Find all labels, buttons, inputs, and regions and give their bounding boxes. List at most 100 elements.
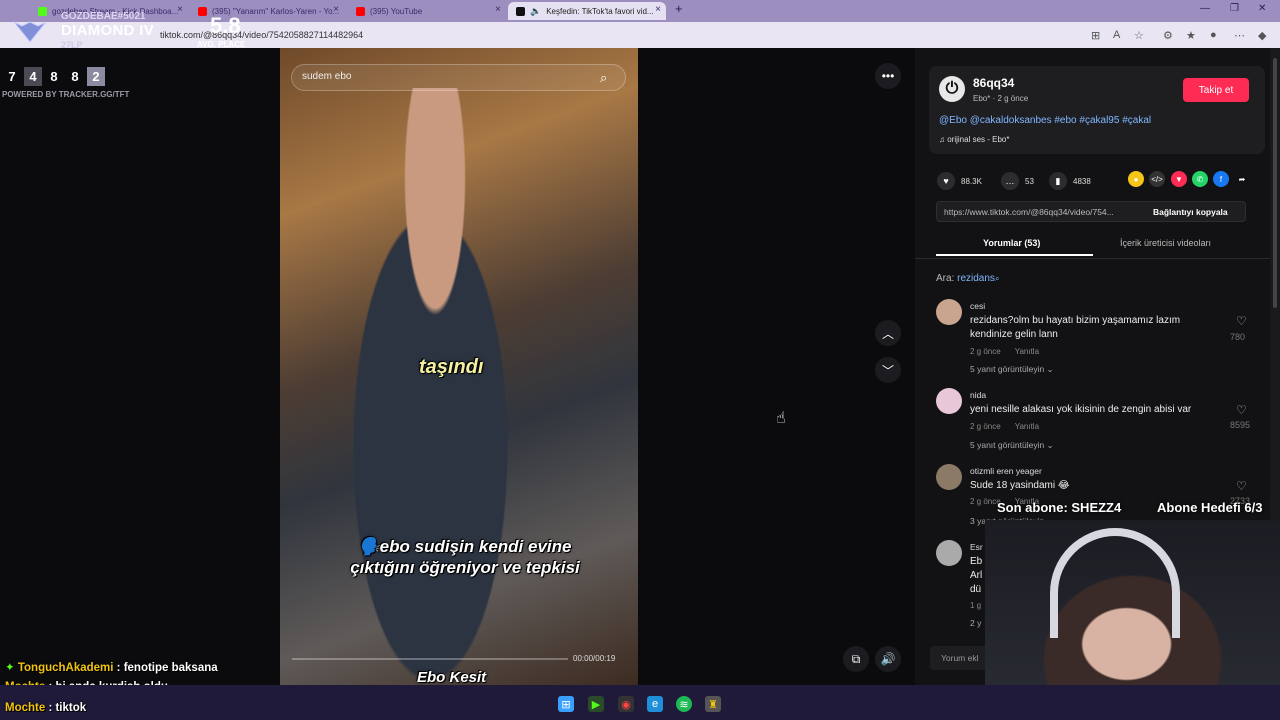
rank-tier: DIAMOND IV [61,22,154,39]
comment-likes: 780 [1230,332,1246,342]
embed-icon[interactable]: </> [1149,171,1165,187]
bookmark-icon: ▮ [1049,172,1067,190]
tiktok-icon [516,6,525,16]
search-icon[interactable]: ⌕ [600,70,607,86]
post-username[interactable]: 86qq34 [973,76,1014,90]
copy-link-button[interactable]: Bağlantıyı kopyala [1153,207,1228,217]
next-video-icon[interactable]: ﹀ [875,357,901,383]
comment-author[interactable]: cesi [970,301,985,311]
app-icon[interactable]: ♜ [705,696,721,712]
url-field[interactable]: tiktok.com/@86qq34/video/754205882711448… [160,30,363,40]
close-tab-icon[interactable]: × [177,4,183,15]
post-link[interactable]: https://www.tiktok.com/@86qq34/video/754… [944,207,1144,217]
comment-author[interactable]: otizmli eren yeager [970,466,1042,476]
like-stat[interactable]: ♥ 88.3K [937,172,982,190]
reply-link[interactable]: Yanıtla [1015,422,1039,431]
facebook-icon[interactable]: f [1213,171,1229,187]
volume-icon[interactable]: 🔊 [875,646,901,672]
tab-comments[interactable]: Yorumlar (53) [983,238,1040,248]
follow-button[interactable]: Takip et [1183,78,1249,102]
comment-input[interactable]: Yorum ekl [941,653,978,663]
tab-youtube[interactable]: (395) YouTube × [348,2,506,20]
kick-icon [38,6,47,16]
speaker-icon: 🔈 [530,5,542,16]
avatar[interactable] [936,464,962,490]
chat-message: Mochte : tiktok [5,702,87,714]
tab-tiktok[interactable]: 🔈 Keşfedin: TikTok'ta favori vid... × [508,2,666,20]
search-input[interactable]: sudem ebo [302,71,351,82]
favorites-icon[interactable]: ★ [1186,29,1196,42]
comment-meta: 2 g önce Yanıtla [970,422,1040,431]
view-replies[interactable]: 5 yanıt görüntüleyin ⌄ [970,440,1054,451]
more-options-icon[interactable]: ••• [875,63,901,89]
player-tag: GOZDEBAE#5021 [61,11,146,22]
video-progress-bar[interactable] [292,658,568,660]
star-icon[interactable]: ☆ [1134,29,1144,42]
avatar[interactable]: ⏻ [939,76,965,102]
active-tab-indicator [936,254,1093,256]
save-stat[interactable]: ▮ 4838 [1049,172,1091,190]
video-caption: 🗣️ebo sudişin kendi evine çıktığını öğre… [350,537,580,577]
pip-icon[interactable]: ⧉ [843,646,869,672]
comment-text: rezidans?olm bu hayatı bizim yaşamamız l… [970,315,1181,340]
spotify-icon[interactable]: ≋ [676,696,692,712]
app-icon[interactable]: ◉ [618,696,634,712]
heart-icon[interactable]: ♡ [1236,403,1247,417]
youtube-icon [198,6,207,16]
avatar[interactable] [936,299,962,325]
chat-message: ✦ TonguchAkademi : fenotipe baksana [5,662,218,674]
video-frame [320,88,550,685]
maximize-icon[interactable]: ❐ [1230,3,1239,14]
league-points: 27LP [61,40,83,50]
media-player-icon[interactable]: ▶ [588,696,604,712]
comment-author[interactable]: Esr [970,542,983,552]
subscriber-goal: Abone Hedefi 6/3 [1157,500,1263,515]
profile-icon[interactable]: ● [1210,29,1217,41]
reader-icon[interactable]: A [1113,29,1120,41]
close-window-icon[interactable]: ✕ [1258,3,1266,14]
search-suggestion[interactable]: Ara: rezidans⌕ [936,273,999,284]
avg-place-value: 5.8 [210,13,241,38]
post-description[interactable]: @Ebo @cakaldoksanbes #ebo #çakal95 #çaka… [939,115,1151,126]
post-meta: Ebo* · 2 g önce [973,94,1029,103]
comment-stat[interactable]: … 53 [1001,172,1034,190]
heart-icon[interactable]: ♡ [1236,479,1247,493]
copilot-icon[interactable]: ◆ [1258,29,1266,42]
whatsapp-icon[interactable]: ✆ [1192,171,1208,187]
windows-start-icon[interactable]: ⊞ [558,696,574,712]
music-note-icon: ♫ [939,135,948,144]
comment-text: Eb Arl dü [970,556,983,595]
close-tab-icon[interactable]: × [495,4,501,15]
extension-icon[interactable]: ⚙ [1163,29,1173,42]
close-tab-icon[interactable]: × [655,4,661,15]
view-replies[interactable]: 5 yanıt görüntüleyin ⌄ [970,364,1054,375]
reply-link[interactable]: Yanıtla [1015,347,1039,356]
new-tab-icon[interactable]: + [675,1,683,16]
tab-creator-videos[interactable]: İçerik üreticisi videoları [1120,238,1211,248]
heart-icon[interactable]: ♡ [1236,314,1247,328]
video-caption-bottom: Ebo Kesit [417,669,487,686]
last-subscriber: Son abone: SHEZZ4 [997,500,1122,515]
apps-icon[interactable]: ⊞ [1091,29,1100,42]
comment-likes: 8595 [1230,420,1251,430]
previous-video-icon[interactable]: ︿ [875,320,901,346]
scrollbar-thumb[interactable] [1273,58,1277,308]
recent-placements: 7 4 8 8 2 [3,67,105,86]
edge-browser-icon[interactable]: e [647,696,663,712]
send-icon[interactable]: ▼ [1171,171,1187,187]
post-sound[interactable]: ♫ orijinal ses - Ebo* [939,135,1009,144]
placement: 8 [71,69,79,84]
avatar[interactable] [936,388,962,414]
comment-meta: 1 g [970,601,982,610]
more-menu-icon[interactable]: ⋯ [1234,29,1245,42]
video-caption-main: taşındı [419,356,484,378]
minimize-icon[interactable]: — [1200,3,1210,14]
share-arrow-icon[interactable]: ➦ [1234,171,1250,187]
comment-author[interactable]: nida [970,390,986,400]
heart-icon: ♥ [937,172,955,190]
coin-icon[interactable]: ● [1128,171,1144,187]
avatar[interactable] [936,540,962,566]
close-tab-icon[interactable]: × [333,4,339,15]
comment-text: Sude 18 yasindami 😂 [970,480,1070,491]
view-replies[interactable]: 2 y [970,618,981,628]
